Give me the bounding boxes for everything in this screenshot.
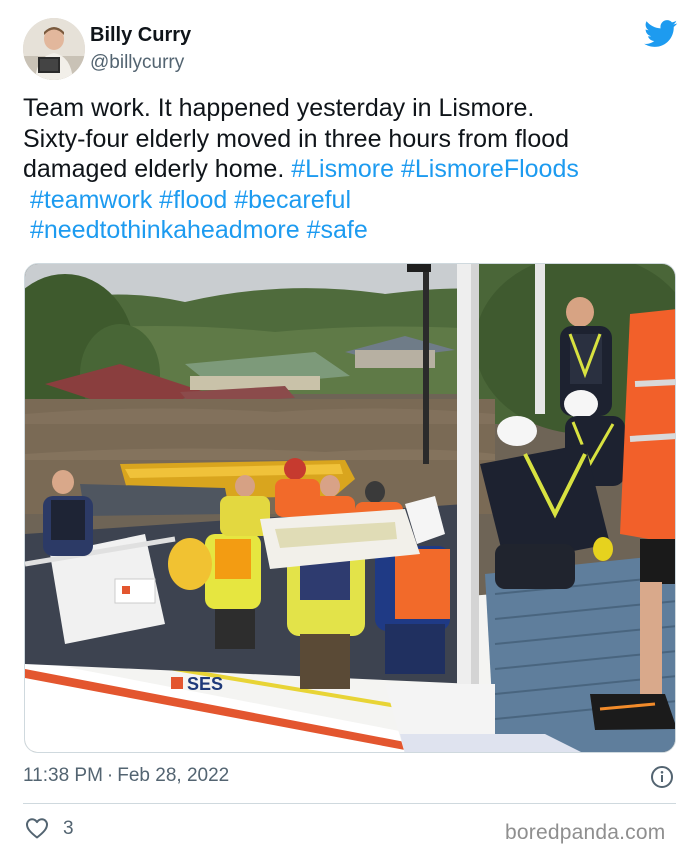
hashtag-link[interactable]: #becareful [234, 186, 351, 214]
tweet-timestamp[interactable]: 11:38 PM · Feb 28, 2022 [23, 765, 229, 787]
tweet-date: Feb 28, 2022 [117, 765, 230, 786]
tweet-text-segment: damaged elderly home. [23, 155, 292, 183]
flood-rescue-photo: SES [25, 264, 675, 752]
hashtag-link[interactable]: #Lismore [291, 155, 394, 183]
tweet-text-segment [23, 186, 30, 214]
tweet-text-line: Sixty-four elderly moved in three hours … [23, 124, 683, 155]
tweet-text: Team work. It happened yesterday in Lism… [23, 93, 683, 246]
avatar-image [23, 18, 85, 80]
timestamp-separator: · [106, 765, 114, 786]
tweet-text-segment [300, 216, 307, 244]
avatar[interactable] [23, 18, 85, 80]
heart-icon[interactable] [25, 817, 49, 839]
hashtag-link[interactable]: #flood [159, 186, 227, 214]
hashtag-link[interactable]: #safe [307, 216, 368, 244]
info-icon[interactable] [650, 765, 674, 789]
watermark: boredpanda.com [505, 821, 666, 844]
tweet-time: 11:38 PM [23, 765, 103, 786]
hashtag-link[interactable]: #needtothinkaheadmore [30, 216, 300, 244]
tweet-card: Billy Curry @billycurry Team work. It ha… [0, 0, 700, 856]
tweet-text-segment [394, 155, 401, 183]
tweet-text-segment [23, 216, 30, 244]
tweet-photo[interactable]: SES [24, 263, 676, 753]
hashtag-link[interactable]: #LismoreFloods [401, 155, 579, 183]
author-handle[interactable]: @billycurry [90, 52, 184, 74]
divider [23, 803, 676, 804]
author-name[interactable]: Billy Curry [90, 24, 191, 47]
tweet-text-line: #needtothinkaheadmore #safe [23, 215, 683, 246]
tweet-text-line: damaged elderly home. #Lismore #LismoreF… [23, 154, 683, 185]
tweet-text-segment: Sixty-four elderly moved in three hours … [23, 124, 570, 153]
hashtag-link[interactable]: #teamwork [30, 186, 152, 214]
twitter-bird-icon[interactable] [644, 20, 678, 48]
tweet-text-segment: Team work. It happened yesterday in Lism… [23, 94, 535, 122]
like-count[interactable]: 3 [63, 818, 74, 840]
tweet-text-line: #teamwork #flood #becareful [23, 185, 683, 216]
boat-ses-label: SES [187, 674, 223, 694]
tweet-text-line: Team work. It happened yesterday in Lism… [23, 93, 683, 124]
